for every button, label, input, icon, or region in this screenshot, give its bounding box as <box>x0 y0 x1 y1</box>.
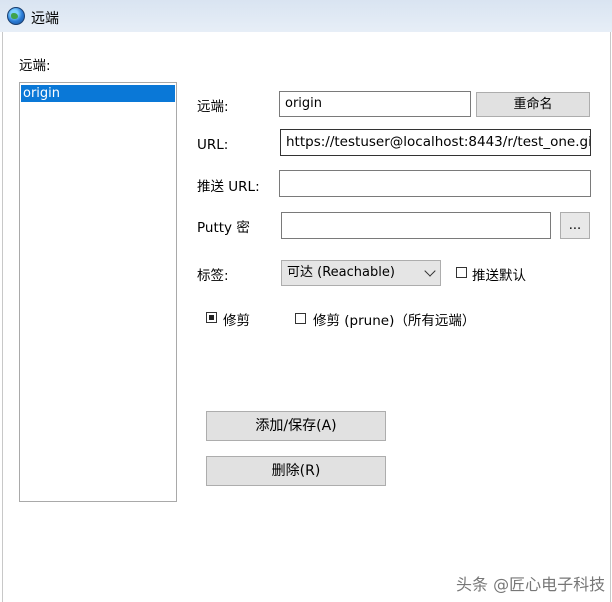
prune-all-label: 修剪 (prune)（所有远端） <box>313 313 476 329</box>
list-item[interactable]: origin <box>21 85 175 102</box>
chevron-down-icon <box>424 265 436 277</box>
prune-label: 修剪 <box>223 313 250 329</box>
url-label: URL: <box>197 137 229 153</box>
prune-all-checkbox[interactable] <box>295 313 306 324</box>
remotes-list-label: 远端: <box>19 58 51 74</box>
push-default-label: 推送默认 <box>472 268 526 284</box>
title-bar: 远端 <box>0 0 612 32</box>
browse-button[interactable]: ... <box>560 212 590 239</box>
window-border-right <box>610 32 611 602</box>
putty-key-field[interactable] <box>281 212 551 239</box>
remote-list[interactable]: origin <box>19 82 177 502</box>
watermark: 头条 @匠心电子科技 <box>456 575 606 594</box>
add-save-button[interactable]: 添加/保存(A) <box>206 411 386 441</box>
url-field[interactable]: https://testuser@localhost:8443/r/test_o… <box>280 129 591 156</box>
window-title: 远端 <box>31 11 59 27</box>
globe-icon <box>7 7 25 25</box>
push-url-label: 推送 URL: <box>197 179 260 195</box>
delete-button[interactable]: 删除(R) <box>206 456 386 486</box>
window-border-left <box>2 32 3 602</box>
remote-name-field[interactable]: origin <box>279 91 471 117</box>
tag-select[interactable]: 可达 (Reachable) <box>281 260 441 286</box>
tag-label: 标签: <box>197 268 229 284</box>
rename-button[interactable]: 重命名 <box>476 92 590 117</box>
remote-name-label: 远端: <box>197 99 229 115</box>
push-url-field[interactable] <box>279 170 591 197</box>
push-default-checkbox[interactable] <box>456 267 467 278</box>
tag-select-value: 可达 (Reachable) <box>287 265 395 280</box>
putty-key-label: Putty 密 <box>197 220 250 236</box>
prune-checkbox[interactable] <box>206 312 217 323</box>
